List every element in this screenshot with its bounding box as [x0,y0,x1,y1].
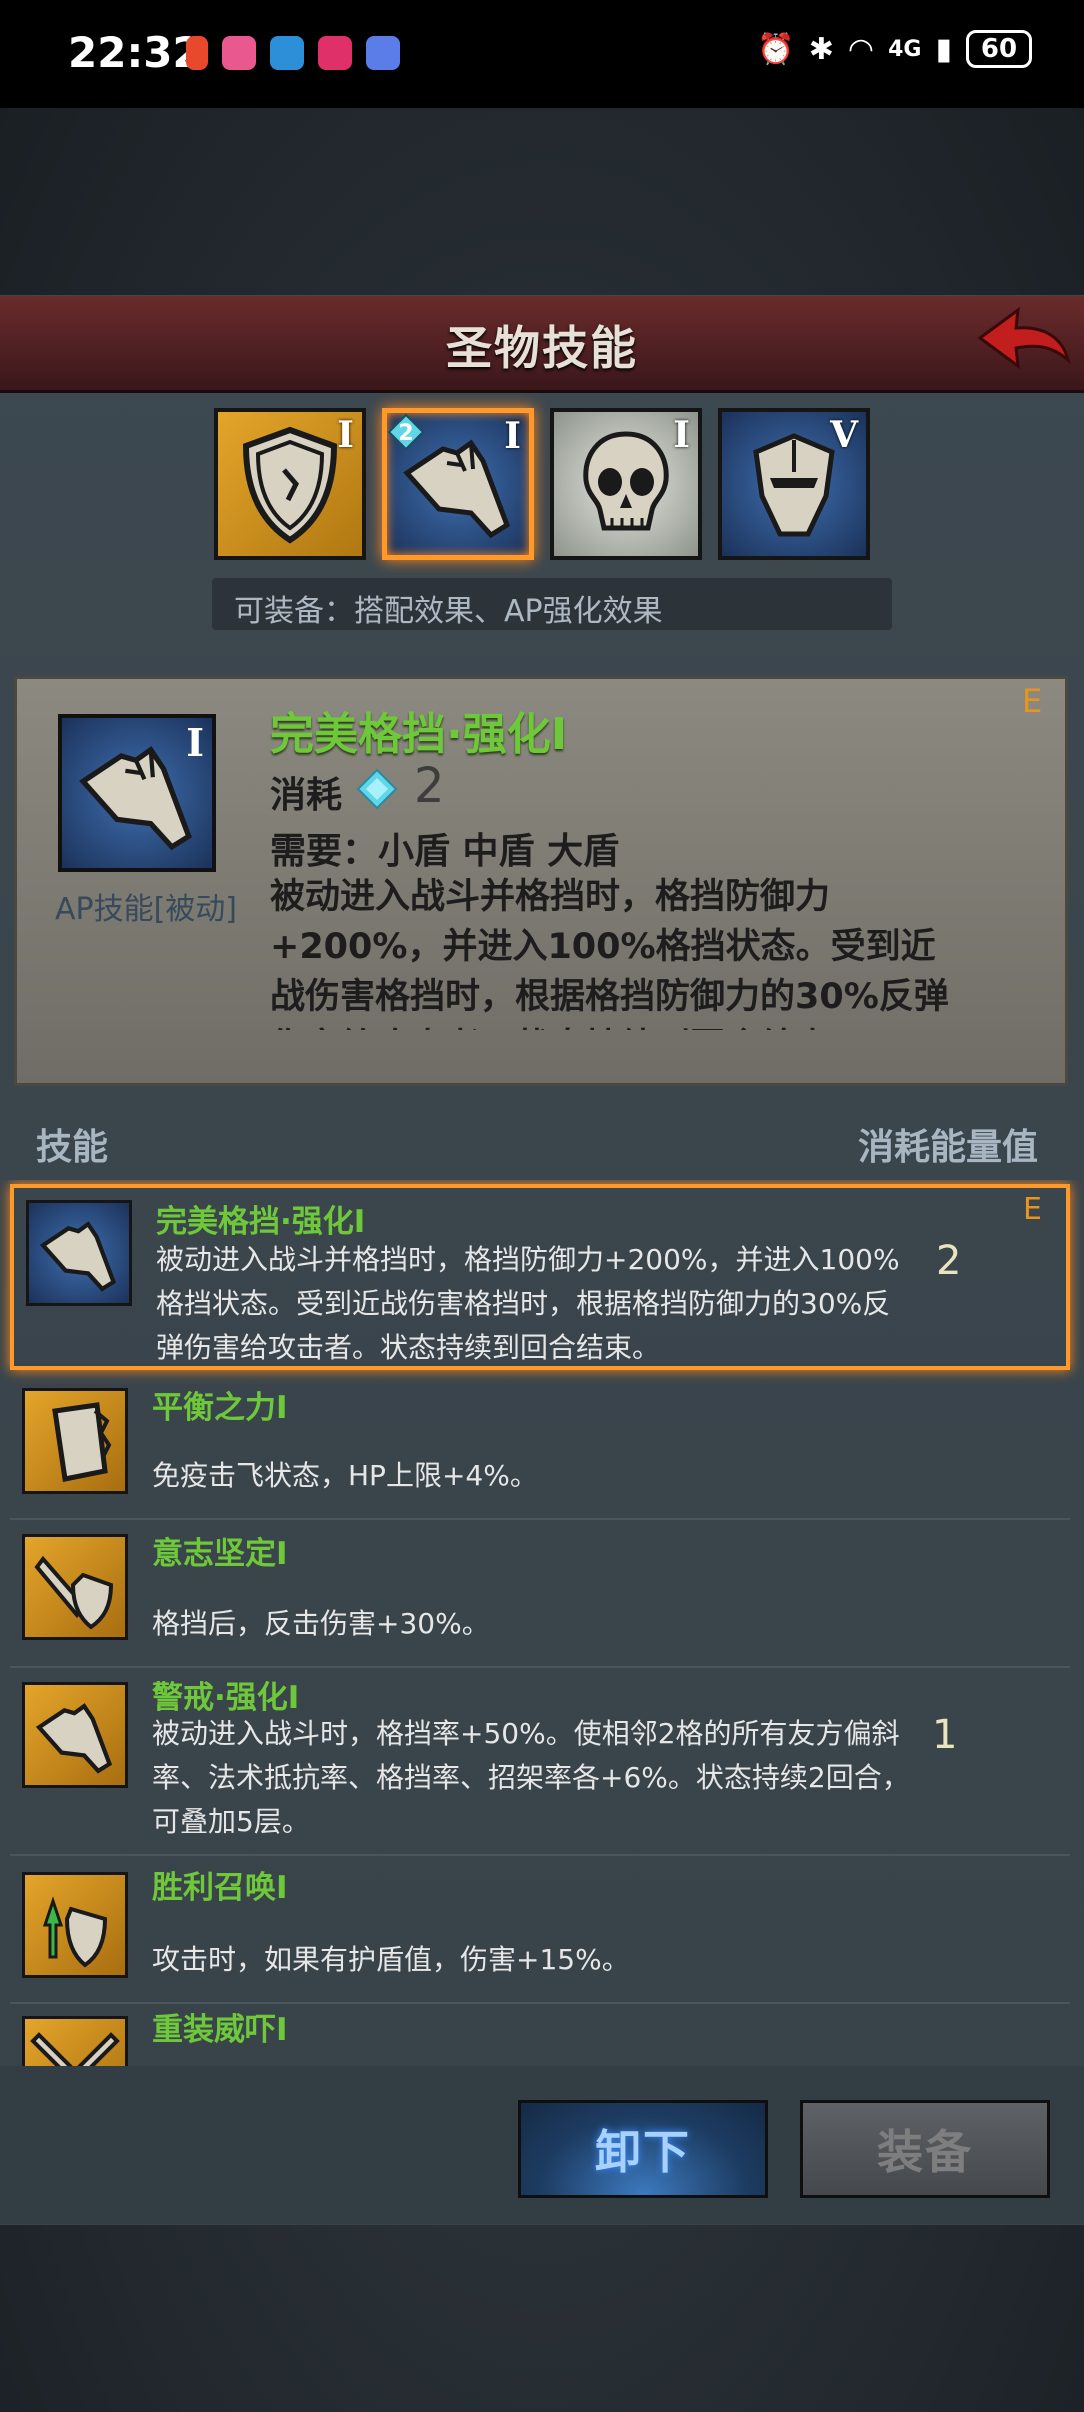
relic-slot-gauntlet[interactable]: I 2 [382,408,534,560]
detail-rank-letter: E [1022,682,1043,720]
back-button[interactable] [972,300,1072,380]
list-header-cost: 消耗能量值 [857,1127,1038,1168]
page-title: 圣物技能 [446,321,638,375]
relic-slot-shield[interactable]: I [214,408,366,560]
sword-shield-icon [34,1555,114,1630]
skill-list[interactable]: 完美格挡·强化I 被动进入战斗并格挡时，格挡防御力+200%，并进入100%格挡… [0,1180,1084,2066]
detail-skill-name: 完美格挡·强化I [270,709,568,760]
relic-rank: I [337,414,354,456]
app-notification-icon [222,36,256,70]
equip-hint-text: 可装备：搭配效果、AP强化效果 [234,594,663,629]
relic-rank: V [830,414,858,456]
skill-name: 完美格挡·强化I [156,1204,366,1240]
gauntlet-icon [35,1703,113,1774]
skill-row[interactable]: 警戒·强化I 被动进入战斗时，格挡率+50%。使相邻2格的所有友方偏斜率、法术抵… [10,1668,1070,1856]
skill-cost: 2 [936,1238,962,1284]
skill-icon [22,2016,128,2066]
skill-description: 攻击时，如果有护盾值，伤害+15%。 [152,1943,630,1976]
detail-icon-rank: I [186,720,204,765]
skill-row[interactable]: 意志坚定I 格挡后，反击伤害+30%。 [10,1520,1070,1668]
skill-icon [22,1872,128,1978]
signal-icon: ▮ [935,31,952,67]
status-bar: 22:32 ⏰ ✱ ◠ 4G ▮ 60 [0,0,1084,108]
app-notification-icon [186,36,208,70]
skill-description: 免疫击飞状态，HP上限+4%。 [152,1459,538,1492]
energy-gem-icon [356,768,398,810]
relic-slot-skull[interactable]: I [550,408,702,560]
skill-name: 重装威吓I [152,2012,288,2048]
cost-label: 消耗 [270,775,343,816]
app-notification-icon [270,36,304,70]
detail-skill-icon: I [58,714,216,872]
alarm-icon: ⏰ [757,31,795,67]
detail-requirement: 需要：小盾 中盾 大盾 [270,831,620,872]
skill-row[interactable]: 平衡之力I 免疫击飞状态，HP上限+4%。 [10,1376,1070,1520]
skill-description: 被动进入战斗时，格挡率+50%。使相邻2格的所有友方偏斜率、法术抵抗率、格挡率、… [152,1717,910,1838]
skill-icon [22,1682,128,1788]
skill-row[interactable]: 重装威吓I [10,2004,1070,2066]
skill-name: 胜利召唤I [152,1870,288,1906]
relic-rank: I [673,414,690,456]
skill-name: 警戒·强化I [152,1680,300,1716]
relic-slot-helmet[interactable]: V [718,408,870,560]
skill-icon [22,1534,128,1640]
skill-description: 格挡后，反击伤害+30%。 [152,1607,490,1640]
signal-label: 4G [888,36,922,62]
skill-description: 被动进入战斗并格挡时，格挡防御力+200%，并进入100%格挡状态。受到近战伤害… [156,1243,900,1364]
back-arrow-icon [977,306,1071,370]
wifi-icon: ◠ [847,31,875,67]
notification-icons [186,36,400,70]
relic-rank: I [504,415,521,457]
swords-icon [30,2032,120,2066]
arrow-shield-icon [42,1896,108,1968]
skill-row[interactable]: 完美格挡·强化I 被动进入战斗并格挡时，格挡防御力+200%，并进入100%格挡… [10,1184,1070,1370]
level-badge-icon: 2 [387,413,425,451]
app-notification-icon [318,36,352,70]
equip-button[interactable]: 装备 [800,2100,1050,2198]
gauntlet-icon [39,1221,117,1292]
skill-icon [26,1200,132,1306]
skill-icon [22,1388,128,1494]
clock: 22:32 [68,28,202,77]
skill-name: 意志坚定I [152,1536,288,1572]
status-icons: ⏰ ✱ ◠ 4G ▮ 60 [757,30,1032,68]
skill-name: 平衡之力I [152,1390,288,1426]
list-header-skill: 技能 [36,1127,109,1168]
battery-icon: 60 [966,30,1032,68]
equip-hint: 可装备：搭配效果、AP强化效果 [212,578,892,630]
skill-type-label: AP技能[被动] [54,892,238,927]
skill-row[interactable]: 胜利召唤I 攻击时，如果有护盾值，伤害+15%。 [10,1856,1070,2004]
app-notification-icon [366,36,400,70]
bracer-icon [52,1402,112,1482]
bluetooth-icon: ✱ [808,31,834,67]
detail-description[interactable]: 被动进入战斗并格挡时，格挡防御力+200%，并进入100%格挡状态。受到近战伤害… [270,872,970,1030]
skill-cost: 1 [932,1712,958,1758]
badge-number: 2 [398,421,413,446]
unequip-button[interactable]: 卸下 [518,2100,768,2198]
detail-cost-value: 2 [414,758,445,814]
skill-rank: E [1023,1192,1042,1227]
